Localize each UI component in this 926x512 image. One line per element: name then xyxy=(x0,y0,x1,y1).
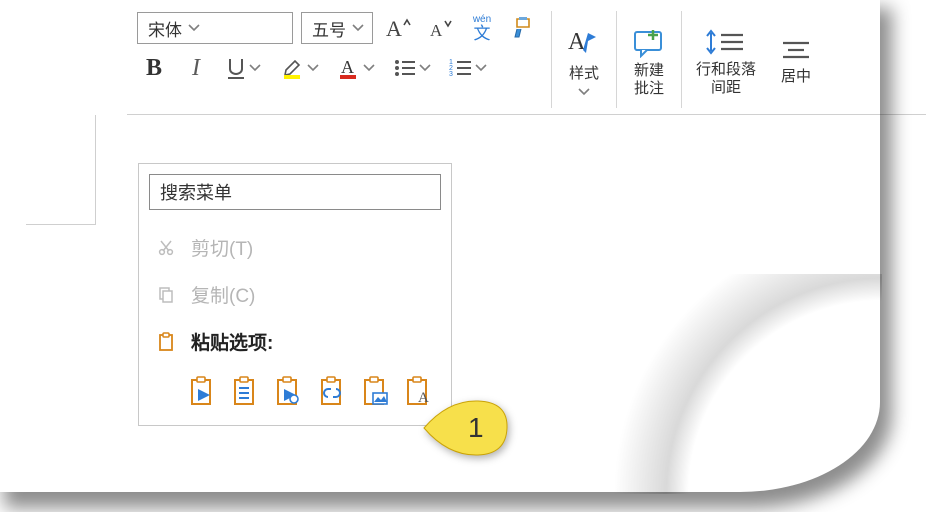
styles-button[interactable]: A 样式 xyxy=(552,5,616,114)
page-curl-decoration xyxy=(582,274,882,494)
align-center-icon xyxy=(781,38,811,64)
callout-marker: 1 xyxy=(420,398,510,458)
ribbon: 宋体 五号 A A wén 文 B I xyxy=(127,5,926,115)
font-size-dropdown[interactable]: 五号 xyxy=(301,12,373,44)
paste-as-image-button[interactable] xyxy=(360,373,391,409)
paste-options-row: A xyxy=(139,365,451,413)
paste-picture-button[interactable] xyxy=(274,373,305,409)
chevron-down-icon xyxy=(307,62,319,74)
menu-copy-label: 复制(C) xyxy=(191,281,255,308)
format-painter-button[interactable] xyxy=(507,11,541,45)
italic-button[interactable]: I xyxy=(179,51,213,85)
svg-text:A: A xyxy=(568,29,586,55)
copy-icon xyxy=(155,284,177,306)
phonetic-char: 文 xyxy=(474,25,491,42)
context-menu: 搜索菜单 剪切(T) 复制(C) 粘贴选项: A xyxy=(138,163,452,426)
styles-icon: A xyxy=(566,25,602,61)
font-name-value: 宋体 xyxy=(148,16,182,41)
chevron-down-icon xyxy=(419,62,431,74)
menu-search-placeholder: 搜索菜单 xyxy=(160,179,232,205)
underline-icon xyxy=(225,56,247,80)
paste-as-image-icon xyxy=(361,375,391,407)
line-spacing-icon xyxy=(705,27,747,57)
chevron-down-icon xyxy=(578,86,590,98)
page-margin-guide xyxy=(26,115,96,225)
align-center-button[interactable]: 居中 xyxy=(770,5,822,114)
svg-text:A: A xyxy=(430,21,443,40)
highlight-color-button[interactable] xyxy=(277,51,325,85)
paste-keep-source-icon xyxy=(188,375,218,407)
line-spacing-label: 行和段落 间距 xyxy=(696,61,756,96)
numbering-button[interactable]: 123 xyxy=(445,51,493,85)
underline-button[interactable] xyxy=(221,51,269,85)
svg-text:A: A xyxy=(386,16,402,41)
bold-icon: B xyxy=(146,55,162,82)
phonetic-pinyin: wén xyxy=(473,15,491,25)
new-comment-label: 新建 批注 xyxy=(634,62,664,97)
teardrop-icon xyxy=(420,398,510,458)
new-comment-button[interactable]: 新建 批注 xyxy=(617,5,681,114)
styles-label: 样式 xyxy=(569,65,599,82)
italic-icon: I xyxy=(192,55,200,82)
highlight-icon xyxy=(281,56,305,80)
paste-link-button[interactable] xyxy=(317,373,348,409)
bullets-button[interactable] xyxy=(389,51,437,85)
menu-cut: 剪切(T) xyxy=(139,224,451,271)
clipboard-icon xyxy=(155,331,177,353)
font-color-icon: A xyxy=(337,56,361,80)
chevron-down-icon xyxy=(249,62,261,74)
svg-text:A: A xyxy=(341,57,354,77)
chevron-down-icon xyxy=(352,22,364,34)
ribbon-font-group: 宋体 五号 A A wén 文 B I xyxy=(127,5,551,114)
paste-link-icon xyxy=(318,375,348,407)
paste-merge-icon xyxy=(231,375,261,407)
numbering-icon: 123 xyxy=(449,58,473,78)
font-name-dropdown[interactable]: 宋体 xyxy=(137,12,293,44)
phonetic-guide-button[interactable]: wén 文 xyxy=(465,11,499,45)
shrink-font-button[interactable]: A xyxy=(423,11,457,45)
grow-font-button[interactable]: A xyxy=(381,11,415,45)
chevron-down-icon xyxy=(363,62,375,74)
font-size-value: 五号 xyxy=(312,16,346,41)
menu-paste-label: 粘贴选项: xyxy=(191,328,273,355)
paste-picture-icon xyxy=(274,375,304,407)
chevron-down-icon xyxy=(475,62,487,74)
comment-icon xyxy=(631,26,667,58)
menu-paste-header: 粘贴选项: xyxy=(139,318,451,365)
scissors-icon xyxy=(155,237,177,259)
callout-number: 1 xyxy=(468,412,484,444)
paste-keep-source-button[interactable] xyxy=(187,373,218,409)
line-spacing-button[interactable]: 行和段落 间距 xyxy=(682,5,770,114)
bullets-icon xyxy=(393,58,417,78)
menu-search-input[interactable]: 搜索菜单 xyxy=(149,174,441,210)
menu-cut-label: 剪切(T) xyxy=(191,234,253,261)
svg-text:3: 3 xyxy=(449,71,453,78)
align-center-label: 居中 xyxy=(781,68,811,85)
chevron-down-icon xyxy=(188,22,200,34)
font-color-button[interactable]: A xyxy=(333,51,381,85)
menu-copy: 复制(C) xyxy=(139,271,451,318)
paste-merge-formatting-button[interactable] xyxy=(230,373,261,409)
bold-button[interactable]: B xyxy=(137,51,171,85)
